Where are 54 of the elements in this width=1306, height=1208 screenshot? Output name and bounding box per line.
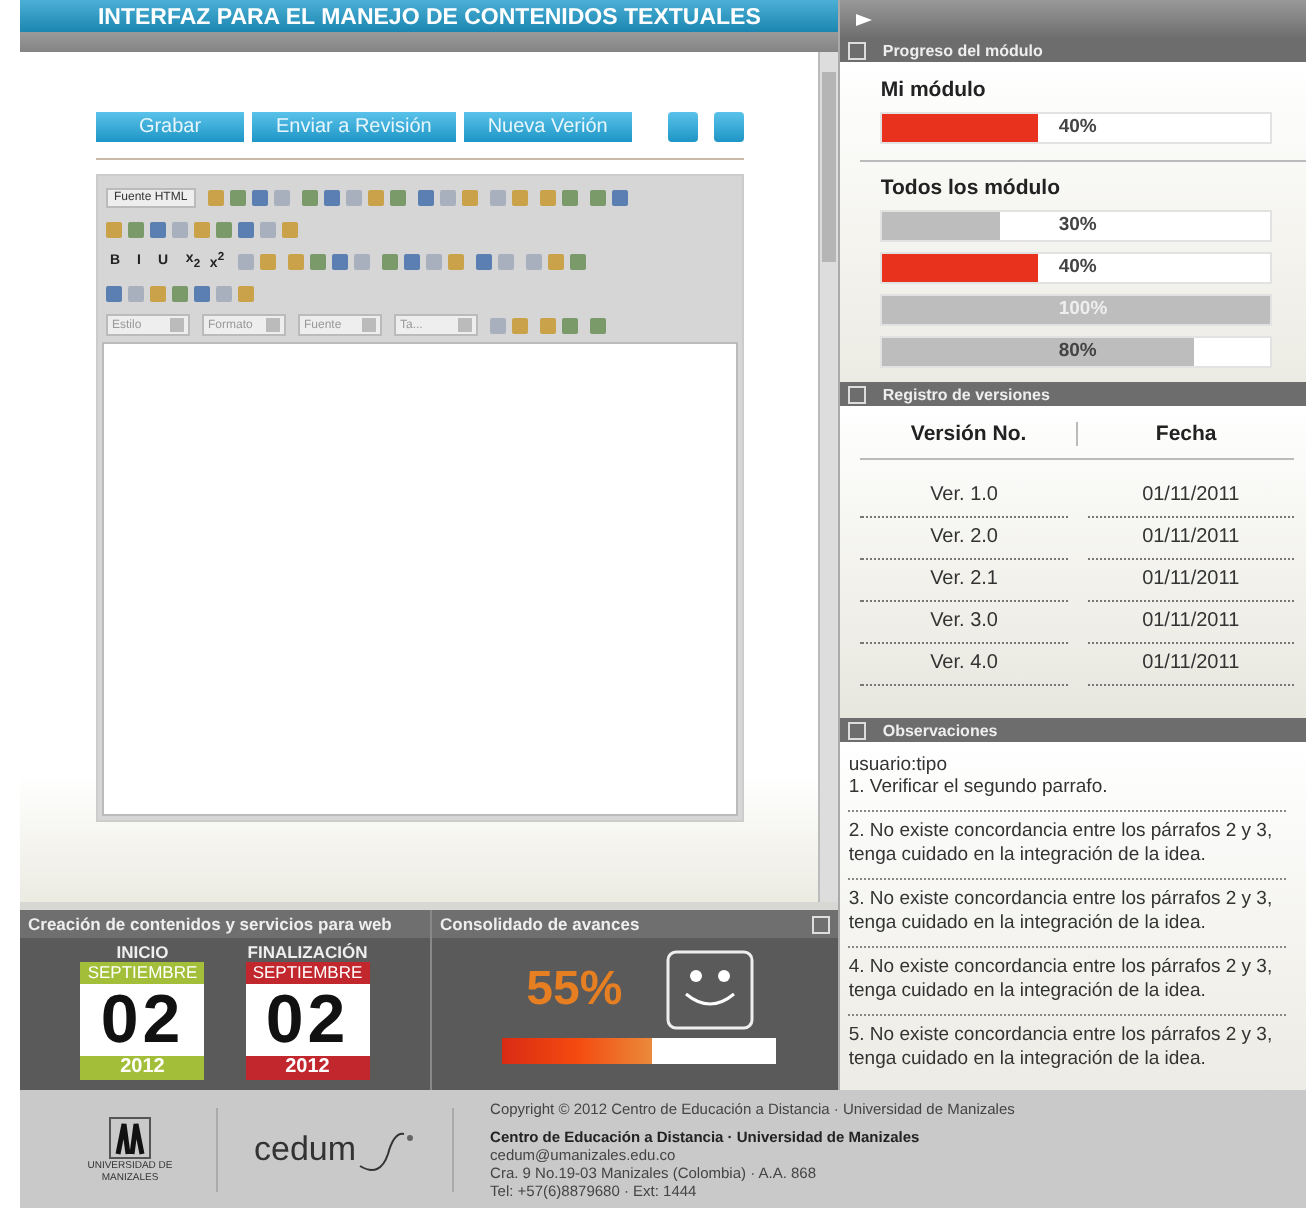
table-cell: 01/11/2011 <box>1087 517 1295 560</box>
progress-value: 40% <box>1058 115 1097 138</box>
percent-value: 55% <box>526 962 623 1018</box>
square-button[interactable] <box>714 112 745 142</box>
calendar-month: SEPTIEMBRE <box>252 962 363 984</box>
panel-title: Creación de contenidos y servicios para web <box>28 914 392 934</box>
collapse-icon[interactable] <box>848 385 867 404</box>
university-logo-icon <box>108 1115 152 1159</box>
progress-value: 40% <box>1058 255 1097 278</box>
calendar-month: SEPTIEMBRE <box>87 962 198 984</box>
panel-title: Progreso del módulo <box>882 41 1043 60</box>
column-header: Versión No. <box>908 421 1029 446</box>
user-label: usuario:tipo <box>848 754 949 776</box>
date-label: INICIO <box>116 942 169 962</box>
panel-title: Registro de versiones <box>882 385 1050 404</box>
table-cell: Ver. 2.0 <box>860 517 1068 560</box>
brand-name: cedum <box>254 1129 357 1169</box>
table-cell: 01/11/2011 <box>1087 643 1295 686</box>
page-title: INTERFAZ PARA EL MANEJO DE CONTENIDOS TEXTUALES <box>97 6 761 30</box>
action-button[interactable]: Nueva Verión <box>463 112 632 142</box>
calendar-year: 2012 <box>120 1056 165 1080</box>
table-cell: Ver. 2.1 <box>860 559 1068 602</box>
square-button[interactable] <box>668 112 699 142</box>
calendar-day: 02 <box>80 984 205 1056</box>
editor-text-area[interactable] <box>102 342 739 816</box>
observation-text: 3. No existe concordancia entre los párrafos 2 y 3, tenga cuidado en la integración de la idea. <box>848 888 1286 948</box>
arrow-icon[interactable] <box>856 13 873 26</box>
progress-value: 80% <box>1058 339 1097 362</box>
panel-title: Consolidado de avances <box>440 914 640 934</box>
calendar-year: 2012 <box>285 1056 330 1080</box>
date-label: FINALIZACIÓN <box>247 942 368 962</box>
calendar-day: 02 <box>245 984 370 1056</box>
collapse-icon[interactable] <box>812 915 831 933</box>
observation-text: 4. No existe concordancia entre los párrafos 2 y 3, tenga cuidado en la integración de la idea. <box>848 956 1286 1016</box>
scrollbar[interactable] <box>818 52 839 902</box>
progress-value: 30% <box>1058 213 1097 236</box>
smiley-icon <box>666 950 755 1030</box>
observation-text: 2. No existe concordancia entre los párrafos 2 y 3, tenga cuidado en la integración de la idea. <box>848 820 1286 880</box>
table-cell: 01/11/2011 <box>1087 559 1295 602</box>
column-header: Fecha <box>1076 421 1295 446</box>
panel-title: Observaciones <box>882 721 998 740</box>
observation-text: 5. No existe concordancia entre los párrafos 2 y 3, tenga cuidado en la integración de la idea. <box>848 1024 1275 1074</box>
table-cell: Ver. 4.0 <box>860 643 1068 686</box>
collapse-icon[interactable] <box>848 721 867 740</box>
collapse-icon[interactable] <box>848 41 867 60</box>
action-button[interactable]: Enviar a Revisión <box>252 112 456 142</box>
table-cell: Ver. 3.0 <box>860 601 1068 644</box>
table-cell: 01/11/2011 <box>1087 475 1295 518</box>
observation-text: 1. Verificar el segundo parrafo. <box>848 776 1286 812</box>
table-cell: Ver. 1.0 <box>860 475 1068 518</box>
action-button[interactable]: Grabar <box>96 112 244 142</box>
table-cell: 01/11/2011 <box>1087 601 1295 644</box>
section-title: Todos los módulo <box>880 175 1062 200</box>
section-title: Mi módulo <box>880 77 988 102</box>
